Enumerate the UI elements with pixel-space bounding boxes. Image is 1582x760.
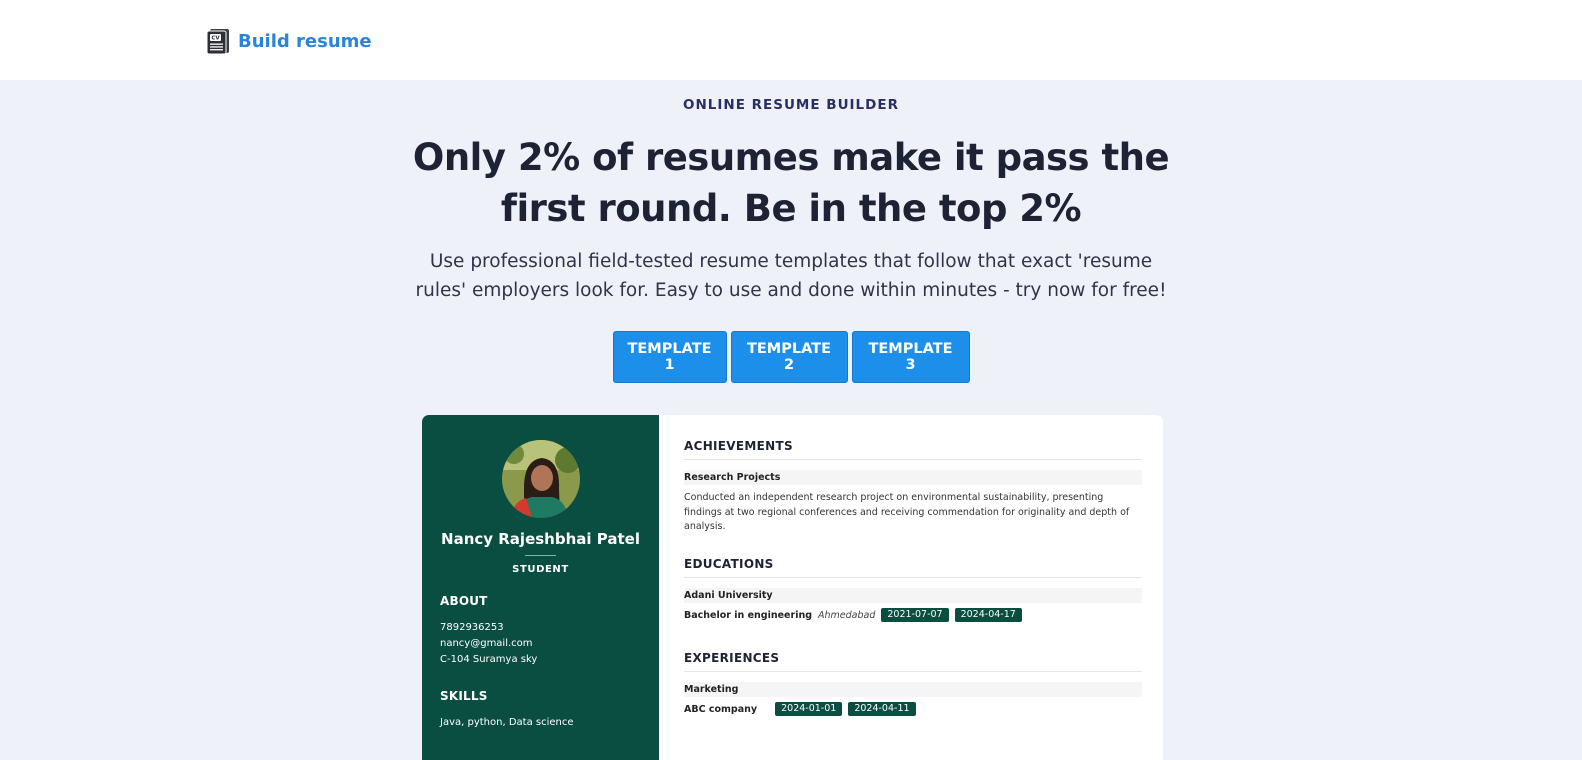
experience-start-date: 2024-01-01 [775, 702, 843, 716]
achievement-description: Conducted an independent research projec… [684, 491, 1142, 535]
template-3-button[interactable]: TEMPLATE 3 [851, 331, 970, 383]
educations-heading: EDUCATIONS [684, 557, 774, 571]
about-address: C-104 Suramya sky [440, 654, 538, 665]
education-degree: Bachelor in engineering [684, 609, 813, 621]
section-divider [684, 459, 1142, 460]
section-divider [684, 671, 1142, 672]
resume-sidebar: Nancy Rajeshbhai Patel STUDENT ABOUT 789… [422, 415, 659, 760]
hero-subtext-line2: rules' employers look for. Easy to use a… [415, 280, 1167, 301]
brand-link[interactable]: CV Build resume [206, 27, 372, 55]
hero-headline: Only 2% of resumes make it pass the firs… [391, 132, 1191, 234]
top-navbar: CV Build resume [0, 0, 1582, 80]
resume-preview: Nancy Rajeshbhai Patel STUDENT ABOUT 789… [422, 415, 1163, 760]
avatar [502, 440, 580, 518]
education-school: Adani University [684, 588, 1142, 603]
achievement-desc-line1: Conducted an independent research projec… [684, 492, 1104, 503]
hero-headline-line1: Only 2% of resumes make it pass the [412, 136, 1170, 179]
template-1-button[interactable]: TEMPLATE 1 [612, 331, 727, 383]
brand-label: Build resume [238, 30, 372, 52]
cv-document-icon: CV [206, 29, 229, 55]
education-location: Ahmedabad [818, 609, 876, 621]
hero-subtext: Use professional field-tested resume tem… [411, 247, 1171, 305]
about-heading: ABOUT [440, 594, 488, 608]
template-buttons: TEMPLATE 1 TEMPLATE 2 TEMPLATE 3 [0, 331, 1582, 383]
achievements-heading: ACHIEVEMENTS [684, 439, 793, 453]
achievement-desc-line3: analysis. [684, 521, 726, 532]
resume-main: ACHIEVEMENTS Research Projects Conducted… [684, 415, 1142, 760]
name-divider [525, 555, 556, 556]
profile-photo [502, 440, 580, 518]
achievement-title: Research Projects [684, 470, 1142, 485]
education-end-date: 2024-04-17 [954, 608, 1022, 622]
hero-eyebrow: ONLINE RESUME BUILDER [683, 97, 899, 113]
person-name: Nancy Rajeshbhai Patel [441, 530, 640, 548]
section-divider [684, 577, 1142, 578]
experience-title: Marketing [684, 682, 1142, 697]
experiences-heading: EXPERIENCES [684, 651, 780, 665]
hero-headline-line2: first round. Be in the top 2% [500, 187, 1082, 230]
template-2-button[interactable]: TEMPLATE 2 [730, 331, 848, 383]
achievement-desc-line2: findings at two regional conferences and… [684, 506, 1130, 518]
about-phone: 7892936253 [440, 622, 504, 633]
experience-entry: ABC company 2024-01-01 2024-04-11 [684, 702, 916, 716]
svg-text:CV: CV [211, 36, 220, 42]
experience-end-date: 2024-04-11 [848, 702, 916, 716]
skills-list: Java, python, Data science [440, 717, 574, 728]
education-entry: Bachelor in engineering Ahmedabad 2021-0… [684, 608, 1022, 622]
person-role: STUDENT [512, 564, 569, 575]
hero-subtext-line1: Use professional field-tested resume tem… [429, 251, 1153, 272]
education-start-date: 2021-07-07 [881, 608, 949, 622]
experience-company: ABC company [684, 703, 758, 715]
skills-heading: SKILLS [440, 689, 488, 703]
about-email: nancy@gmail.com [440, 638, 533, 649]
